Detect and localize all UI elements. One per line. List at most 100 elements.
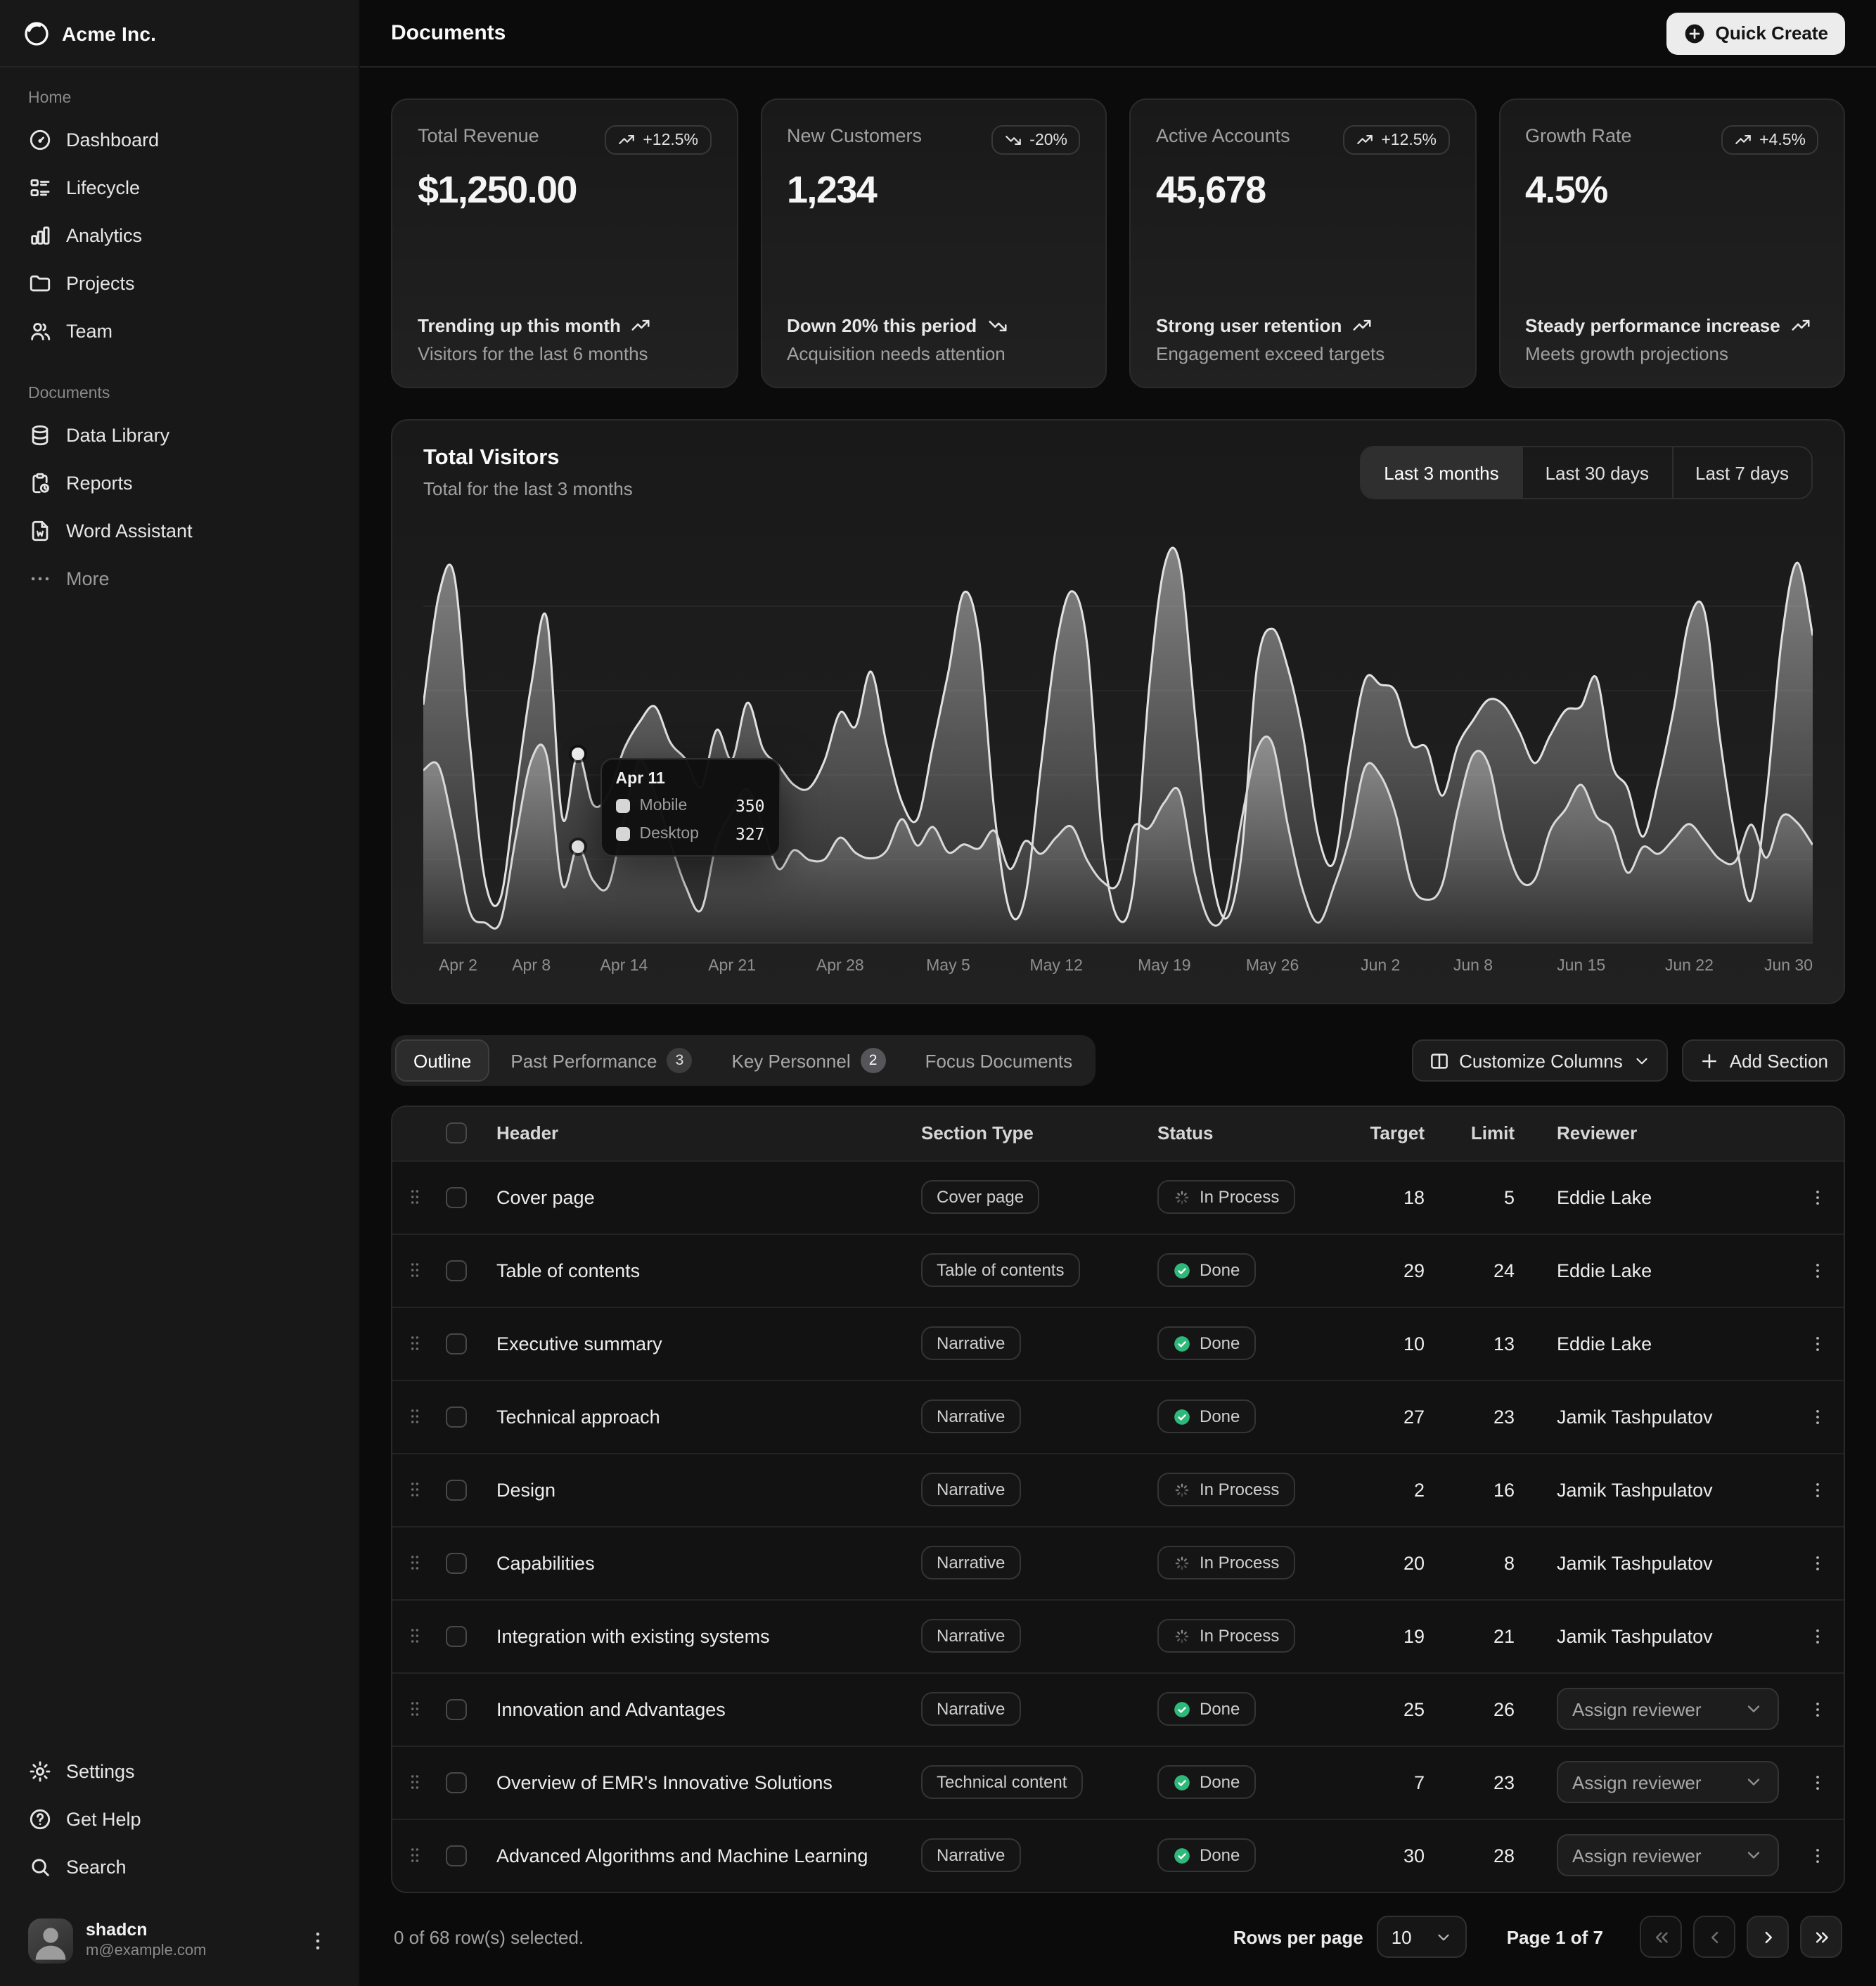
tab-key-personnel[interactable]: Key Personnel2: [714, 1039, 904, 1082]
row-menu-button[interactable]: [1799, 1544, 1835, 1581]
range-option-last-3-months[interactable]: Last 3 months: [1361, 447, 1521, 498]
target-value[interactable]: 30: [1343, 1819, 1456, 1892]
row-menu-button[interactable]: [1799, 1398, 1835, 1435]
sidebar-item-get-help[interactable]: Get Help: [17, 1795, 342, 1843]
row-header[interactable]: Capabilities: [496, 1552, 595, 1573]
row-header[interactable]: Design: [496, 1479, 555, 1500]
target-value[interactable]: 19: [1343, 1599, 1456, 1672]
previous-page-button[interactable]: [1693, 1916, 1735, 1958]
target-value[interactable]: 20: [1343, 1526, 1456, 1599]
sidebar-item-reports[interactable]: Reports: [17, 459, 342, 506]
rows-per-page-select[interactable]: 10: [1377, 1916, 1467, 1958]
row-menu-button[interactable]: [1799, 1325, 1835, 1362]
limit-value[interactable]: 5: [1456, 1160, 1546, 1234]
chart-plot[interactable]: Apr 11 Mobile350Desktop327: [423, 522, 1813, 944]
range-option-last-7-days[interactable]: Last 7 days: [1671, 447, 1811, 498]
target-value[interactable]: 27: [1343, 1380, 1456, 1453]
row-menu-button[interactable]: [1799, 1617, 1835, 1654]
assign-reviewer-select[interactable]: Assign reviewer: [1557, 1688, 1779, 1730]
row-checkbox[interactable]: [446, 1625, 467, 1646]
limit-value[interactable]: 26: [1456, 1672, 1546, 1745]
customize-columns-button[interactable]: Customize Columns: [1411, 1039, 1668, 1082]
quick-create-button[interactable]: Quick Create: [1666, 12, 1845, 54]
target-value[interactable]: 18: [1343, 1160, 1456, 1234]
row-header[interactable]: Table of contents: [496, 1260, 640, 1281]
target-value[interactable]: 25: [1343, 1672, 1456, 1745]
drag-handle-icon[interactable]: [404, 1331, 426, 1356]
row-menu-button[interactable]: [1799, 1691, 1835, 1727]
target-value[interactable]: 7: [1343, 1745, 1456, 1819]
target-value[interactable]: 2: [1343, 1453, 1456, 1526]
select-all-checkbox[interactable]: [446, 1123, 467, 1144]
row-checkbox[interactable]: [446, 1186, 467, 1207]
row-header[interactable]: Overview of EMR's Innovative Solutions: [496, 1772, 833, 1793]
limit-value[interactable]: 8: [1456, 1526, 1546, 1599]
drag-handle-icon[interactable]: [404, 1696, 426, 1722]
sidebar-item-lifecycle[interactable]: Lifecycle: [17, 163, 342, 211]
drag-handle-icon[interactable]: [404, 1623, 426, 1648]
sidebar-item-analytics[interactable]: Analytics: [17, 211, 342, 259]
row-checkbox[interactable]: [446, 1772, 467, 1793]
row-menu-button[interactable]: [1799, 1179, 1835, 1215]
row-checkbox[interactable]: [446, 1698, 467, 1719]
sidebar-item-data-library[interactable]: Data Library: [17, 411, 342, 459]
sidebar-item-projects[interactable]: Projects: [17, 259, 342, 307]
limit-value[interactable]: 21: [1456, 1599, 1546, 1672]
circle-check-icon: [1173, 1700, 1191, 1718]
assign-reviewer-select[interactable]: Assign reviewer: [1557, 1835, 1779, 1877]
sidebar-item-team[interactable]: Team: [17, 307, 342, 354]
range-option-last-30-days[interactable]: Last 30 days: [1522, 447, 1671, 498]
row-menu-button[interactable]: [1799, 1471, 1835, 1508]
row-header[interactable]: Executive summary: [496, 1333, 662, 1354]
row-header[interactable]: Integration with existing systems: [496, 1625, 770, 1646]
drag-handle-icon[interactable]: [404, 1477, 426, 1502]
tab-past-performance[interactable]: Past Performance3: [492, 1039, 710, 1082]
first-page-button[interactable]: [1640, 1916, 1682, 1958]
row-checkbox[interactable]: [446, 1845, 467, 1866]
limit-value[interactable]: 16: [1456, 1453, 1546, 1526]
drag-handle-icon[interactable]: [404, 1550, 426, 1575]
drag-handle-icon[interactable]: [404, 1257, 426, 1283]
row-checkbox[interactable]: [446, 1333, 467, 1354]
limit-value[interactable]: 24: [1456, 1234, 1546, 1307]
row-menu-button[interactable]: [1799, 1838, 1835, 1874]
col-status: Status: [1146, 1107, 1343, 1160]
limit-value[interactable]: 13: [1456, 1307, 1546, 1380]
drag-handle-icon[interactable]: [404, 1843, 426, 1869]
user-menu-dots-icon[interactable]: [305, 1928, 330, 1954]
col-section-type: Section Type: [910, 1107, 1146, 1160]
assign-reviewer-select[interactable]: Assign reviewer: [1557, 1761, 1779, 1803]
row-header[interactable]: Cover page: [496, 1186, 595, 1207]
sidebar-item-search[interactable]: Search: [17, 1843, 342, 1890]
target-value[interactable]: 10: [1343, 1307, 1456, 1380]
sidebar-item-more[interactable]: More: [17, 554, 342, 602]
next-page-button[interactable]: [1747, 1916, 1789, 1958]
row-checkbox[interactable]: [446, 1260, 467, 1281]
row-menu-button[interactable]: [1799, 1252, 1835, 1288]
x-tick: Apr 8: [512, 958, 551, 975]
sidebar-item-dashboard[interactable]: Dashboard: [17, 115, 342, 163]
row-header[interactable]: Innovation and Advantages: [496, 1698, 726, 1719]
limit-value[interactable]: 23: [1456, 1745, 1546, 1819]
row-checkbox[interactable]: [446, 1479, 467, 1500]
sidebar-item-settings[interactable]: Settings: [17, 1747, 342, 1795]
row-menu-button[interactable]: [1799, 1764, 1835, 1800]
add-section-button[interactable]: Add Section: [1682, 1039, 1845, 1082]
tab-focus-documents[interactable]: Focus Documents: [907, 1039, 1091, 1082]
drag-handle-icon[interactable]: [404, 1404, 426, 1429]
target-value[interactable]: 29: [1343, 1234, 1456, 1307]
sidebar-item-word-assistant[interactable]: Word Assistant: [17, 506, 342, 554]
row-checkbox[interactable]: [446, 1552, 467, 1573]
row-header[interactable]: Advanced Algorithms and Machine Learning: [496, 1845, 868, 1866]
last-page-button[interactable]: [1800, 1916, 1842, 1958]
limit-value[interactable]: 28: [1456, 1819, 1546, 1892]
drag-handle-icon[interactable]: [404, 1769, 426, 1795]
row-checkbox[interactable]: [446, 1406, 467, 1427]
tab-outline[interactable]: Outline: [395, 1039, 489, 1082]
trending-up-icon: [1356, 131, 1374, 149]
drag-handle-icon[interactable]: [404, 1184, 426, 1210]
limit-value[interactable]: 23: [1456, 1380, 1546, 1453]
user-card[interactable]: shadcn m@example.com: [17, 1910, 342, 1972]
row-header[interactable]: Technical approach: [496, 1406, 660, 1427]
sidebar-brand[interactable]: Acme Inc.: [0, 0, 359, 68]
